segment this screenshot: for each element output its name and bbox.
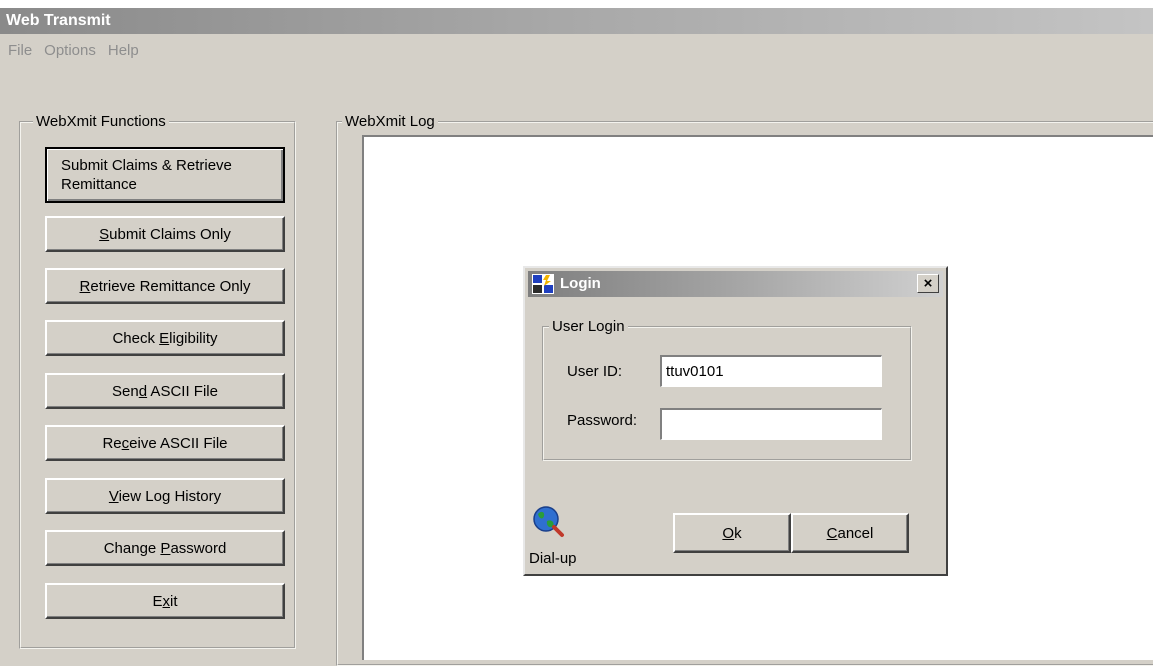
dialup-control[interactable]: Dial-up bbox=[527, 500, 587, 572]
send-ascii-file-button[interactable]: Send ASCII File bbox=[45, 373, 285, 409]
cancel-label: Cancel bbox=[826, 524, 874, 542]
login-app-icon bbox=[532, 274, 554, 294]
menu-bar: File Options Help bbox=[0, 40, 145, 64]
user-id-label: User ID: bbox=[567, 363, 623, 380]
menu-options[interactable]: Options bbox=[38, 40, 102, 64]
user-login-legend: User Login bbox=[549, 318, 628, 336]
btn-label: Exit bbox=[152, 592, 178, 610]
btn-label: Send ASCII File bbox=[112, 382, 218, 400]
btn-label: Receive ASCII File bbox=[102, 434, 228, 452]
submit-claims-only-button[interactable]: Submit Claims Only bbox=[45, 216, 285, 252]
btn-label: Submit Claims Only bbox=[99, 225, 231, 243]
submit-claims-retrieve-label: Submit Claims & Retrieve Remittance bbox=[61, 156, 232, 194]
check-eligibility-button[interactable]: Check Eligibility bbox=[45, 320, 285, 356]
window-title: Web Transmit bbox=[6, 12, 111, 29]
btn-label: Check Eligibility bbox=[112, 329, 218, 347]
btn-label: View Log History bbox=[108, 487, 222, 505]
log-group-legend: WebXmit Log bbox=[342, 113, 438, 131]
exit-button[interactable]: Exit bbox=[45, 583, 285, 619]
close-button[interactable]: × bbox=[917, 274, 939, 293]
btn-label: Change Password bbox=[103, 539, 227, 557]
btn-label-line1: Submit Claims & Retrieve bbox=[61, 157, 232, 174]
menu-help[interactable]: Help bbox=[102, 40, 145, 64]
functions-group-legend: WebXmit Functions bbox=[33, 113, 169, 131]
close-icon: × bbox=[923, 275, 933, 292]
receive-ascii-file-button[interactable]: Receive ASCII File bbox=[45, 425, 285, 461]
password-label: Password: bbox=[567, 412, 638, 429]
ok-label: Ok bbox=[722, 524, 742, 542]
view-log-history-button[interactable]: View Log History bbox=[45, 478, 285, 514]
user-login-group bbox=[542, 326, 912, 461]
btn-label-line2: Remittance bbox=[61, 176, 137, 193]
login-dialog-title: Login bbox=[560, 275, 601, 292]
user-id-field[interactable]: ttuv0101 bbox=[660, 355, 882, 387]
login-dialog: Login × User Login User ID: ttuv0101 Pas… bbox=[523, 266, 948, 576]
user-id-value: ttuv0101 bbox=[666, 363, 724, 380]
dialup-label: Dial-up bbox=[529, 550, 577, 567]
change-password-button[interactable]: Change Password bbox=[45, 530, 285, 566]
window-titlebar: Web Transmit bbox=[0, 8, 1153, 34]
password-field[interactable] bbox=[660, 408, 882, 440]
cancel-button[interactable]: Cancel bbox=[791, 513, 909, 553]
top-strip bbox=[0, 0, 1153, 8]
submit-claims-retrieve-button[interactable]: Submit Claims & Retrieve Remittance bbox=[45, 147, 285, 203]
globe-magnifier-icon bbox=[533, 506, 564, 537]
ok-button[interactable]: Ok bbox=[673, 513, 791, 553]
btn-label: Retrieve Remittance Only bbox=[79, 277, 251, 295]
menu-file[interactable]: File bbox=[2, 40, 38, 64]
retrieve-remittance-only-button[interactable]: Retrieve Remittance Only bbox=[45, 268, 285, 304]
login-dialog-titlebar: Login × bbox=[528, 271, 943, 297]
